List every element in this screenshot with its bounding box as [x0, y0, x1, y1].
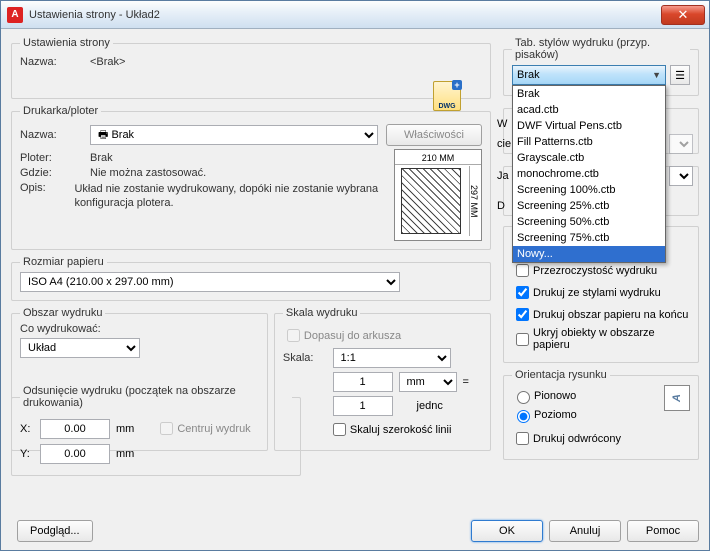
plot-scale-group: Skala wydruku Dopasuj do arkusza Skala: …	[274, 307, 491, 451]
gear-icon: ☰	[675, 69, 685, 82]
close-button[interactable]: ✕	[661, 5, 705, 25]
printer-name-select[interactable]: 🖶 Brak	[90, 125, 378, 145]
paper-size-select[interactable]: ISO A4 (210.00 x 297.00 mm)	[20, 272, 400, 292]
scale-select[interactable]: 1:1	[333, 348, 451, 368]
hidden-w-label: W	[497, 118, 507, 130]
dwg-icon: DWG	[433, 81, 461, 111]
edit-style-button[interactable]: ☰	[670, 65, 690, 85]
help-button[interactable]: Pomoc	[627, 520, 699, 542]
plot-style-select[interactable]: Brak ▼	[512, 65, 666, 85]
hidden-j-label: Ja	[497, 170, 509, 182]
plot-area-legend: Obszar wydruku	[20, 307, 105, 319]
plot-styles-legend: Tab. stylów wydruku (przyp. pisaków)	[512, 37, 690, 61]
scale-label: Skala:	[283, 352, 327, 364]
cancel-button[interactable]: Anuluj	[549, 520, 621, 542]
paper-size-legend: Rozmiar papieru	[20, 256, 107, 268]
what-to-plot-select[interactable]: Układ	[20, 338, 140, 358]
center-plot-checkbox[interactable]	[160, 422, 173, 435]
center-plot-label: Centruj wydruk	[177, 423, 250, 435]
fit-to-paper-checkbox[interactable]	[287, 329, 300, 342]
scale-lineweights-label: Skaluj szerokość linii	[350, 424, 451, 436]
chevron-down-icon: ▼	[652, 70, 661, 80]
fit-to-paper-label: Dopasuj do arkusza	[304, 330, 401, 342]
orientation-group: Orientacja rysunku Pionowo Poziomo A Dru…	[503, 369, 699, 460]
hidden-select-1[interactable]	[669, 134, 693, 154]
plot-transparency-label: Przezroczystość wydruku	[533, 265, 657, 277]
plot-style-dropdown[interactable]: Brakacad.ctbDWF Virtual Pens.ctbFill Pat…	[512, 85, 666, 263]
preview-button[interactable]: Podgląd...	[17, 520, 93, 542]
plotter-label: Ploter:	[20, 152, 90, 164]
plot-style-option[interactable]: Fill Patterns.ctb	[513, 134, 665, 150]
page-setup-group: Ustawienia strony Nazwa: <Brak>	[11, 37, 491, 99]
hidden-d-label: D	[497, 200, 505, 212]
plot-style-selected: Brak	[517, 69, 540, 81]
hidden-cie-label: cie	[497, 138, 511, 150]
preview-page-icon	[401, 168, 461, 234]
offset-x-label: X:	[20, 423, 40, 435]
preview-height-label: 297 MM	[469, 166, 479, 236]
where-value: Nie można zastosować.	[90, 167, 206, 179]
plot-styles-group: Tab. stylów wydruku (przyp. pisaków) Bra…	[503, 37, 699, 96]
scale-unit-select[interactable]: mm	[399, 372, 457, 392]
paper-size-group: Rozmiar papieru ISO A4 (210.00 x 297.00 …	[11, 256, 491, 301]
app-icon: A	[7, 7, 23, 23]
offset-y-input[interactable]	[40, 444, 110, 464]
offset-x-input[interactable]	[40, 419, 110, 439]
plot-style-option[interactable]: Screening 100%.ctb	[513, 182, 665, 198]
plot-style-option[interactable]: acad.ctb	[513, 102, 665, 118]
plot-paper-last-checkbox[interactable]	[516, 308, 529, 321]
plot-style-option[interactable]: monochrome.ctb	[513, 166, 665, 182]
landscape-radio[interactable]	[517, 410, 530, 423]
name-value: <Brak>	[90, 56, 125, 68]
plot-style-option[interactable]: Brak	[513, 86, 665, 102]
orientation-legend: Orientacja rysunku	[512, 369, 610, 381]
plot-paper-last-label: Drukuj obszar papieru na końcu	[533, 309, 688, 321]
plot-style-option[interactable]: Screening 25%.ctb	[513, 198, 665, 214]
plot-upside-down-label: Drukuj odwrócony	[533, 433, 621, 445]
properties-button[interactable]: Właściwości	[386, 124, 482, 146]
landscape-label: Poziomo	[534, 409, 577, 421]
hidden-select-2[interactable]	[669, 166, 693, 186]
scale-lineweights-checkbox[interactable]	[333, 423, 346, 436]
plot-with-styles-checkbox[interactable]	[516, 286, 529, 299]
plotter-value: Brak	[90, 152, 113, 164]
ok-button[interactable]: OK	[471, 520, 543, 542]
printer-name-label: Nazwa:	[20, 129, 90, 141]
plot-style-option[interactable]: Nowy...	[513, 246, 665, 262]
plot-style-option[interactable]: Screening 75%.ctb	[513, 230, 665, 246]
hide-paper-objects-label: Ukryj obiekty w obszarze papieru	[533, 327, 690, 351]
printer-group: Drukarka/ploter Nazwa: 🖶 Brak Właściwośc…	[11, 105, 491, 250]
plot-style-option[interactable]: Grayscale.ctb	[513, 150, 665, 166]
printer-legend: Drukarka/ploter	[20, 105, 101, 117]
scale-unit-label: jednc	[399, 400, 457, 412]
what-to-plot-label: Co wydrukować:	[20, 323, 259, 335]
plot-transparency-checkbox[interactable]	[516, 264, 529, 277]
page-setup-legend: Ustawienia strony	[20, 37, 113, 49]
plot-upside-down-checkbox[interactable]	[516, 432, 529, 445]
equals-label: =	[463, 376, 482, 388]
scale-num2-input[interactable]	[333, 396, 393, 416]
desc-value: Układ nie zostanie wydrukowany, dopóki n…	[74, 182, 390, 211]
offset-y-unit: mm	[116, 448, 134, 460]
scale-num1-input[interactable]	[333, 372, 393, 392]
name-label: Nazwa:	[20, 56, 90, 68]
offset-y-label: Y:	[20, 448, 40, 460]
portrait-radio[interactable]	[517, 391, 530, 404]
plot-with-styles-label: Drukuj ze stylami wydruku	[533, 287, 661, 299]
window-title: Ustawienia strony - Układ2	[29, 9, 661, 21]
hide-paper-objects-checkbox[interactable]	[516, 333, 529, 346]
plot-style-option[interactable]: Screening 50%.ctb	[513, 214, 665, 230]
orientation-icon: A	[664, 385, 690, 411]
plot-scale-legend: Skala wydruku	[283, 307, 361, 319]
plot-style-option[interactable]: DWF Virtual Pens.ctb	[513, 118, 665, 134]
titlebar: A Ustawienia strony - Układ2 ✕	[1, 1, 709, 29]
desc-label: Opis:	[20, 182, 74, 194]
paper-preview: 210 MM 297 MM	[394, 149, 482, 241]
offset-x-unit: mm	[116, 423, 134, 435]
where-label: Gdzie:	[20, 167, 90, 179]
preview-width-label: 210 MM	[395, 153, 481, 165]
portrait-label: Pionowo	[534, 390, 576, 402]
